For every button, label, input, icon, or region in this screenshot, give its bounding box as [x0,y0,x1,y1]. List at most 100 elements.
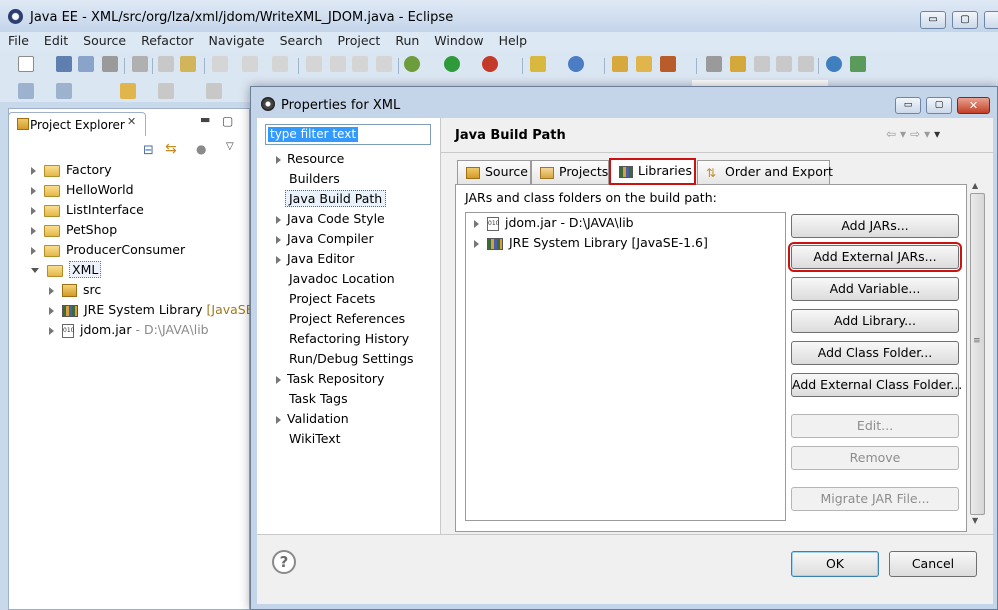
skip-breakpoints-icon[interactable] [132,56,148,72]
save-all-icon[interactable] [78,56,94,72]
tree-item-project[interactable]: Factory [31,160,112,180]
new-server-icon[interactable] [530,56,546,72]
add-external-class-folder-button[interactable]: Add External Class Folder... [791,373,962,397]
focus-icon[interactable]: ● [196,142,206,156]
last-edit-icon[interactable] [798,56,814,72]
menu-edit[interactable]: Edit [36,32,75,50]
tree-item-project-xml[interactable]: XML [31,260,102,280]
ok-button[interactable]: OK [791,551,879,577]
nav-item-wikitext[interactable]: WikiText [289,429,341,449]
nav-item-java-build-path[interactable]: Java Build Path [285,189,387,209]
forward-nav-icon[interactable] [158,83,174,99]
menu-file[interactable]: File [0,32,36,50]
migrate-jar-button[interactable]: Migrate JAR File... [791,487,959,511]
expand-arrow-icon[interactable] [474,239,479,248]
nav-item-project-references[interactable]: Project References [289,309,405,329]
open-resource-icon[interactable] [636,56,652,72]
nav-item-task-repository[interactable]: Task Repository [276,369,384,389]
dialog-minimize-button[interactable]: ▭ [895,97,921,114]
expand-arrow-icon[interactable] [276,155,281,164]
annotation-icon[interactable] [730,56,746,72]
nav-item-java-code-style[interactable]: Java Code Style [276,209,385,229]
nav-item-refactoring-history[interactable]: Refactoring History [289,329,409,349]
tree-item-jdom-jar[interactable]: 010 jdom.jar - D:\JAVA\lib [49,320,209,340]
add-variable-button[interactable]: Add Variable... [791,277,959,301]
tree-item-project[interactable]: ProducerConsumer [31,240,185,260]
search-tool-icon[interactable] [660,56,676,72]
maximize-button[interactable]: ▢ [952,11,978,29]
suspend-icon[interactable] [330,56,346,72]
expand-arrow-icon[interactable] [276,235,281,244]
scroll-up-icon[interactable]: ▲ [972,181,978,190]
menu-project[interactable]: Project [330,32,388,50]
menu-help[interactable]: Help [491,32,535,50]
expand-arrow-icon[interactable] [31,226,36,235]
nav-item-project-facets[interactable]: Project Facets [289,289,375,309]
nav-item-run-debug-settings[interactable]: Run/Debug Settings [289,349,414,369]
external-tools-icon[interactable] [482,56,498,72]
tab-source[interactable]: Source [457,160,531,184]
tree-item-project[interactable]: ListInterface [31,200,144,220]
build-path-list[interactable] [465,212,786,521]
scroll-down-icon[interactable]: ▼ [972,516,978,525]
web-browser-icon[interactable] [826,56,842,72]
tab-order-and-export[interactable]: ⇅ Order and Export [697,160,833,184]
back-icon[interactable] [120,83,136,99]
expand-arrow-icon[interactable] [276,215,281,224]
debug-icon[interactable] [404,56,420,72]
resume-icon[interactable] [306,56,322,72]
add-class-folder-button[interactable]: Add Class Folder... [791,341,959,365]
minimize-button[interactable]: ▭ [920,11,946,29]
next-edit-icon[interactable] [18,83,34,99]
pin-icon[interactable] [706,56,722,72]
nav-item-task-tags[interactable]: Task Tags [289,389,348,409]
save-icon[interactable] [56,56,72,72]
toggle-comment-icon[interactable] [158,56,174,72]
back-arrow-icon[interactable]: ⇦▾ [886,127,910,141]
add-external-jars-button[interactable]: Add External JARs... [788,242,962,272]
nav-item-validation[interactable]: Validation [276,409,349,429]
close-view-icon[interactable]: ✕ [127,115,136,128]
tab-libraries[interactable]: Libraries [609,158,696,185]
tree-item-project[interactable]: PetShop [31,220,117,240]
next-annotation-icon[interactable] [754,56,770,72]
maximize-view-icon[interactable]: ▢ [222,114,233,128]
link-with-editor-icon[interactable]: ⇆ [165,141,177,157]
help-icon[interactable]: ? [272,550,296,574]
collapse-all-icon[interactable]: ⊟ [143,143,154,158]
menu-navigate[interactable]: Navigate [201,32,272,50]
expand-arrow-icon[interactable] [31,186,36,195]
menu-source[interactable]: Source [75,32,133,50]
expand-arrow-icon[interactable] [276,415,281,424]
expand-arrow-icon[interactable] [276,375,281,384]
close-button[interactable] [984,11,998,29]
add-jars-button[interactable]: Add JARs... [791,214,959,238]
collapse-arrow-icon[interactable] [31,268,39,273]
expand-arrow-icon[interactable] [31,246,36,255]
new-class-icon[interactable] [568,56,584,72]
add-library-button[interactable]: Add Library... [791,309,959,333]
run-icon[interactable] [444,56,460,72]
build-path-entry[interactable]: JRE System Library [JavaSE-1.6] [474,233,708,253]
nav-item-java-editor[interactable]: Java Editor [276,249,354,269]
remove-button[interactable]: Remove [791,446,959,470]
scrollbar-thumb[interactable] [970,193,985,515]
tab-projects[interactable]: Projects [531,160,609,184]
page-menu-icon[interactable]: ▾ [934,127,944,141]
forward-arrow-icon[interactable]: ⇨▾ [910,127,934,141]
menu-window[interactable]: Window [426,32,490,50]
nav-item-builders[interactable]: Builders [289,169,340,189]
new-icon[interactable] [18,56,34,72]
expand-arrow-icon[interactable] [49,306,54,315]
undo-icon[interactable] [212,56,228,72]
terminate-icon[interactable] [352,56,368,72]
dialog-maximize-button[interactable]: ▢ [926,97,952,114]
cancel-button[interactable]: Cancel [889,551,977,577]
nav-item-java-compiler[interactable]: Java Compiler [276,229,374,249]
tree-item-jre-library[interactable]: JRE System Library [JavaSE- [49,300,258,320]
nav-item-javadoc-location[interactable]: Javadoc Location [289,269,395,289]
expand-arrow-icon[interactable] [49,286,54,295]
expand-arrow-icon[interactable] [31,206,36,215]
forward-icon[interactable] [272,56,288,72]
expand-arrow-icon[interactable] [49,326,54,335]
